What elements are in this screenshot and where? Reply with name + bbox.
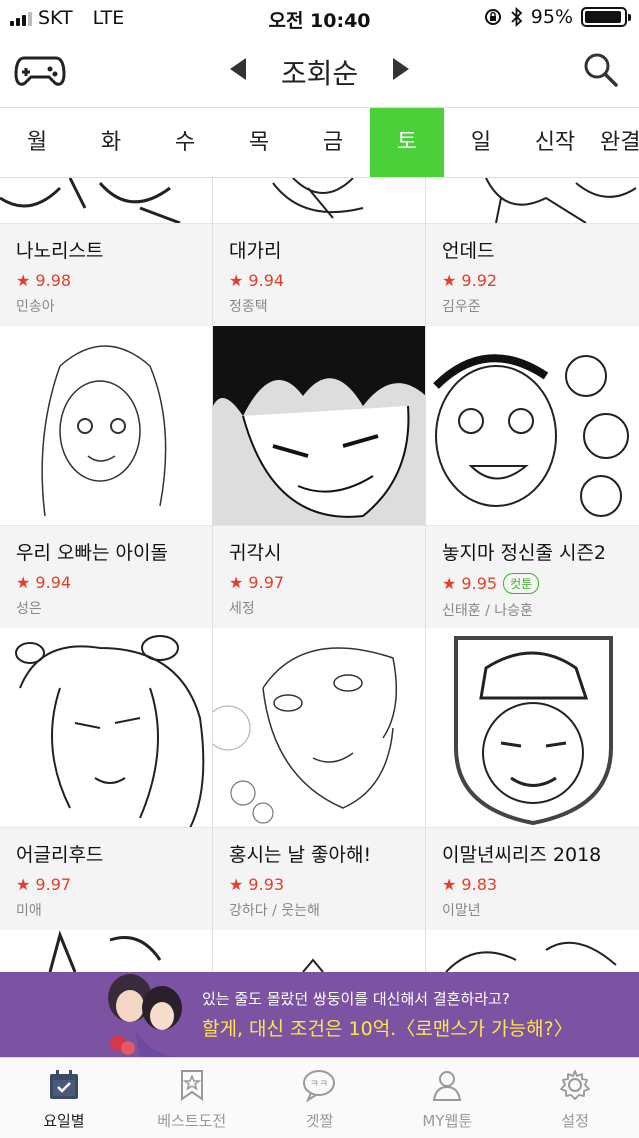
- comic-card[interactable]: [0, 930, 213, 972]
- tab-tue[interactable]: 화: [74, 108, 148, 177]
- tab-completed[interactable]: 완결: [592, 108, 639, 177]
- nav-label: 요일별: [43, 1112, 85, 1130]
- tab-mon[interactable]: 월: [0, 108, 74, 177]
- comic-author: 강하다 / 웃는해: [229, 903, 320, 919]
- app-header: 조회순: [0, 36, 639, 108]
- comic-thumbnail: [213, 930, 425, 972]
- nav-my-webtoon[interactable]: MY웹툰: [383, 1058, 511, 1138]
- tab-sat[interactable]: 토: [370, 108, 444, 177]
- comic-title: 나노리스트: [16, 240, 104, 262]
- comic-title: 대가리: [229, 240, 282, 262]
- cuttoon-badge: 컷툰: [503, 573, 540, 594]
- comic-rating: ★ 9.83: [442, 875, 498, 894]
- comic-author: 김우준: [442, 299, 481, 315]
- sort-title[interactable]: 조회순: [0, 52, 639, 92]
- tab-thu[interactable]: 목: [222, 108, 296, 177]
- comic-author: 세정: [229, 601, 255, 617]
- chat-bubble-icon: ㅋㅋ: [303, 1070, 336, 1103]
- person-icon: [433, 1071, 462, 1101]
- comic-title: 홍시는 날 좋아해!: [229, 844, 372, 866]
- comic-rating: ★ 9.98: [16, 271, 72, 290]
- status-bar: SKT LTE 오전 10:40 95%: [0, 0, 639, 36]
- banner-text-line2: 할게, 대신 조건은 10억.〈로맨스가 가능해?〉: [202, 1018, 573, 1040]
- comic-author: 정종택: [229, 299, 268, 315]
- comic-thumbnail: [0, 930, 212, 972]
- comic-author: 성은: [16, 601, 42, 617]
- comic-card[interactable]: 귀각시 ★ 9.97 세정: [213, 326, 426, 628]
- battery-level: [585, 11, 622, 23]
- comic-thumbnail: [213, 326, 425, 526]
- comic-thumbnail: [0, 326, 212, 526]
- comic-rating: ★ 9.92: [442, 271, 498, 290]
- comic-author: 신태훈 / 나승훈: [442, 603, 533, 619]
- comic-card[interactable]: [213, 930, 426, 972]
- comic-card[interactable]: 이말년씨리즈 2018 ★ 9.83 이말년: [426, 628, 639, 930]
- comic-rating: ★ 9.94: [229, 271, 285, 290]
- tab-fri[interactable]: 금: [296, 108, 370, 177]
- comic-card[interactable]: 홍시는 날 좋아해! ★ 9.93 강하다 / 웃는해: [213, 628, 426, 930]
- rotation-lock-icon: [484, 9, 501, 25]
- bluetooth-icon: [511, 7, 523, 27]
- sort-next-arrow[interactable]: [393, 58, 409, 80]
- comic-rating: ★ 9.95 컷툰: [442, 573, 623, 594]
- battery-percent: 95%: [530, 6, 573, 28]
- nav-settings[interactable]: 설정: [511, 1058, 639, 1138]
- comic-rating: ★ 9.97: [16, 875, 72, 894]
- day-tabs: 월 화 수 목 금 토 일 신작 완결: [0, 108, 639, 178]
- search-icon[interactable]: [583, 52, 619, 88]
- comic-title: 우리 오빠는 아이돌: [16, 542, 168, 564]
- battery-icon: [581, 7, 631, 27]
- nav-label: 베스트도전: [157, 1112, 227, 1130]
- comic-thumbnail: [213, 178, 425, 224]
- banner-illustration: [108, 974, 185, 1057]
- comic-rating: ★ 9.93: [229, 875, 285, 894]
- nav-label: MY웹툰: [422, 1112, 473, 1130]
- comic-card[interactable]: 우리 오빠는 아이돌 ★ 9.94 성은: [0, 326, 213, 628]
- comic-card[interactable]: 놓지마 정신줄 시즌2 ★ 9.95 컷툰 신태훈 / 나승훈: [426, 326, 639, 628]
- comic-thumbnail: [0, 178, 212, 224]
- tab-sun[interactable]: 일: [444, 108, 518, 177]
- comic-title: 귀각시: [229, 542, 282, 564]
- nav-weekday[interactable]: 요일별: [0, 1058, 128, 1138]
- comic-rating: ★ 9.94: [16, 573, 72, 592]
- promo-banner[interactable]: 있는 줄도 몰랐던 쌍둥이를 대신해서 결혼하라고? 할게, 대신 조건은 10…: [0, 972, 639, 1057]
- comic-author: 민송아: [16, 299, 55, 315]
- comic-card[interactable]: 나노리스트 ★ 9.98 민송아: [0, 178, 213, 326]
- comic-thumbnail: [213, 628, 425, 828]
- nav-label: 겟짤: [305, 1112, 334, 1130]
- comic-thumbnail: [426, 930, 639, 972]
- banner-text-line1: 있는 줄도 몰랐던 쌍둥이를 대신해서 결혼하라고?: [202, 990, 510, 1008]
- tab-wed[interactable]: 수: [148, 108, 222, 177]
- comic-title: 언데드: [442, 240, 495, 262]
- comic-card[interactable]: 대가리 ★ 9.94 정종택: [213, 178, 426, 326]
- svg-text:ㅋㅋ: ㅋㅋ: [310, 1079, 328, 1090]
- comic-thumbnail: [0, 628, 212, 828]
- calendar-icon: [49, 1070, 78, 1099]
- nav-getjjal[interactable]: ㅋㅋ 겟짤: [256, 1058, 384, 1138]
- comic-card[interactable]: 언데드 ★ 9.92 김우준: [426, 178, 639, 326]
- comic-thumbnail: [426, 628, 639, 828]
- comic-title: 어글리후드: [16, 844, 104, 866]
- comic-card[interactable]: [426, 930, 639, 972]
- comic-thumbnail: [426, 178, 639, 224]
- comic-thumbnail: [426, 326, 639, 526]
- comic-rating: ★ 9.97: [229, 573, 285, 592]
- nav-best-challenge[interactable]: 베스트도전: [128, 1058, 256, 1138]
- gear-icon: [560, 1070, 590, 1100]
- comic-author: 이말년: [442, 903, 481, 919]
- comic-title: 놓지마 정신줄 시즌2: [442, 542, 607, 564]
- comic-author: 미애: [16, 903, 42, 919]
- nav-label: 설정: [561, 1112, 589, 1130]
- bookmark-star-icon: [180, 1070, 203, 1101]
- bottom-navigation: 요일별 베스트도전 ㅋㅋ 겟짤 MY웹툰 설정: [0, 1057, 639, 1138]
- comic-card[interactable]: 어글리후드 ★ 9.97 미애: [0, 628, 213, 930]
- tab-new[interactable]: 신작: [518, 108, 592, 177]
- comic-title: 이말년씨리즈 2018: [442, 844, 602, 866]
